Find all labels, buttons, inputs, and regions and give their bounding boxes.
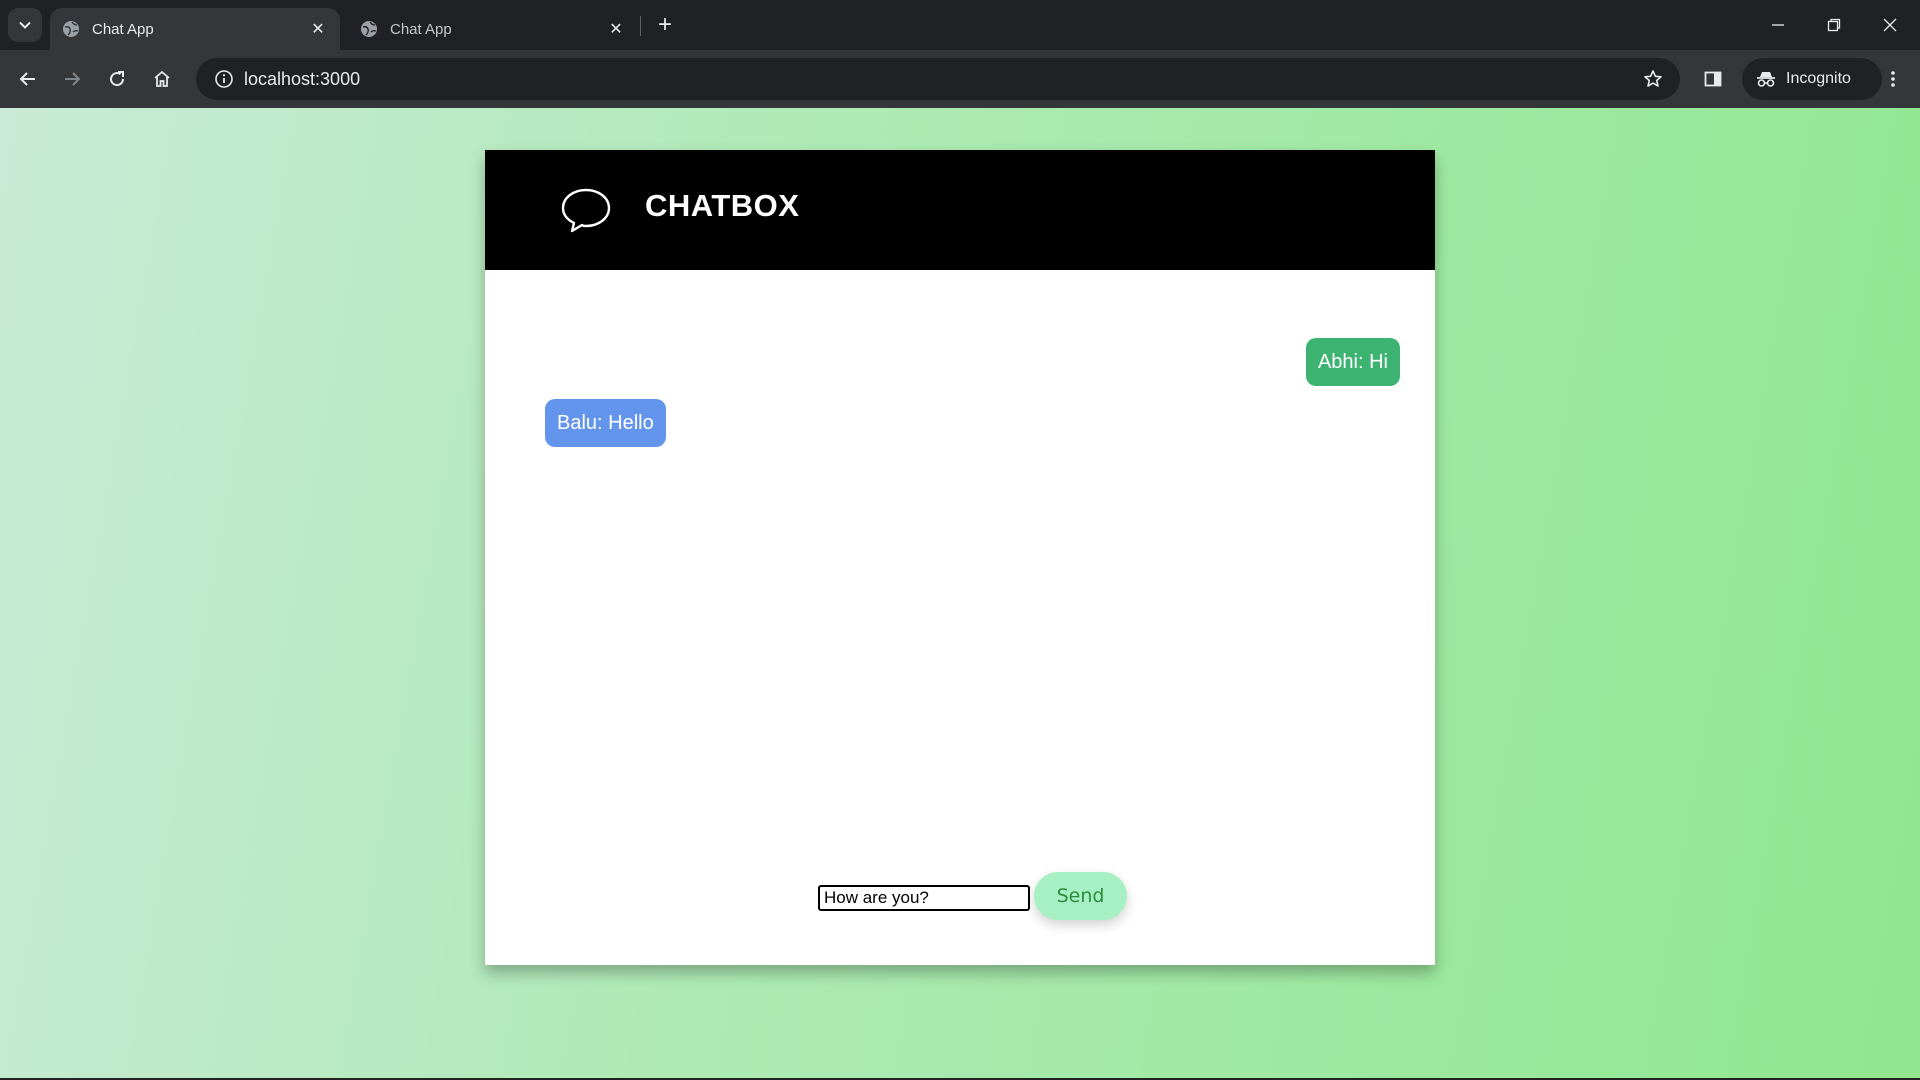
tab-close-icon[interactable]: ✕ [606,19,626,39]
side-panel-icon[interactable] [1695,61,1731,97]
back-arrow-icon[interactable] [10,61,46,97]
incognito-icon [1757,72,1775,87]
message-bubble-sent: Abhi: Hi [1305,338,1400,386]
message-bubble-received: Balu: Hello [545,399,666,447]
more-menu-icon[interactable] [1875,61,1911,97]
bookmark-star-icon[interactable] [1638,64,1668,94]
tab-chat-app-1[interactable]: Chat App ✕ [50,8,340,50]
minimize-icon[interactable] [1750,0,1806,50]
send-button[interactable]: Send [1034,872,1127,920]
tab-close-icon[interactable]: ✕ [308,19,328,39]
browser-toolbar: localhost:3000 Incognito [0,50,1920,108]
tab-separator [640,16,641,36]
tab-chat-app-2[interactable]: Chat App ✕ [348,8,638,50]
browser-tab-strip: Chat App ✕ Chat App ✕ + [0,0,1920,50]
forward-arrow-icon[interactable] [54,61,90,97]
speech-bubble-icon [561,188,611,233]
home-icon[interactable] [144,61,180,97]
globe-icon [63,21,79,37]
tab-title: Chat App [92,20,154,38]
new-tab-plus-icon[interactable]: + [650,10,680,40]
globe-icon [361,21,377,37]
incognito-profile-button[interactable]: Incognito [1742,58,1882,100]
url-text: localhost:3000 [244,68,361,89]
close-window-icon[interactable] [1862,0,1918,50]
tab-title: Chat App [390,20,452,38]
tab-search-button[interactable] [8,8,42,42]
chat-title: CHATBOX [645,188,800,223]
page-viewport: CHATBOX Abhi: Hi Balu: Hello Send [0,108,1920,1078]
reload-icon[interactable] [99,61,135,97]
chat-header: CHATBOX [485,150,1435,270]
chevron-down-icon [19,21,31,29]
message-input[interactable] [818,885,1030,911]
restore-icon[interactable] [1806,0,1862,50]
incognito-label: Incognito [1786,70,1851,87]
address-bar[interactable]: localhost:3000 [196,58,1680,100]
chat-container: CHATBOX Abhi: Hi Balu: Hello Send [485,150,1435,965]
site-info-icon[interactable] [204,58,244,100]
